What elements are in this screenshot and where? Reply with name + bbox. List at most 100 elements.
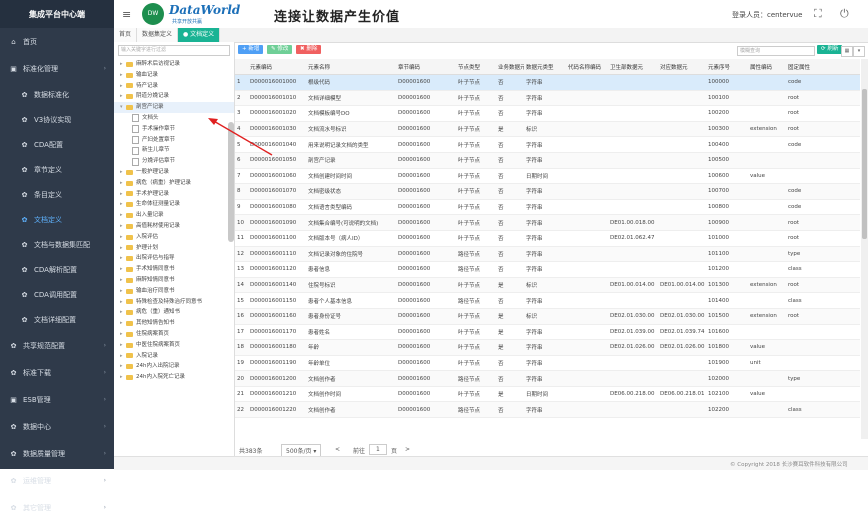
tree-node[interactable]: 分娩评估章节 <box>114 156 234 167</box>
column-header[interactable]: 代码名称编码 <box>566 59 608 75</box>
tree-node[interactable]: ▸ 住院病案首页 <box>114 329 234 340</box>
sidebar-item[interactable]: ⌂ 首页 <box>0 28 114 55</box>
sidebar-item[interactable]: ✿ 标准下载 › <box>0 359 114 386</box>
sidebar-item[interactable]: ✿ 文档定义 <box>0 207 114 232</box>
tree-search-input[interactable]: 输入关键字进行过滤 <box>118 45 230 56</box>
table-row[interactable]: 12 D000016001110 文档记录对象的住院号 D00001600 路径节点否字… <box>235 246 860 263</box>
table-row[interactable]: 7 D000016001060 文档创建时间时间 D00001600 叶子节点否日期时间… <box>235 168 860 185</box>
tree-node[interactable]: ▸ 出入量记录 <box>114 210 234 221</box>
tree-scrollbar[interactable] <box>228 122 234 242</box>
table-row[interactable]: 17 D000016001170 患者姓名 D00001600 叶子节点是字符串 DE02… <box>235 324 860 341</box>
sidebar-item[interactable]: ▣ 标准化管理 › <box>0 55 114 82</box>
sidebar-item[interactable]: ✿ CDA配置 <box>0 132 114 157</box>
tree-node[interactable]: ▸ 输血记录 <box>114 70 234 81</box>
table-row[interactable]: 9 D000016001080 文档语言类型编码 D00001600 叶子节点否字符串 1… <box>235 199 860 216</box>
sidebar-item[interactable]: ✿ 文档与数据集匹配 <box>0 232 114 257</box>
tree-node[interactable]: ▸ 麻醉术后访视记录 <box>114 59 234 70</box>
page-number-input[interactable]: 1 <box>369 444 387 455</box>
tree-node[interactable]: ▸ 高值耗材使用记录 <box>114 221 234 232</box>
tree-node[interactable]: ▸ 麻醉知情同意书 <box>114 275 234 286</box>
tree-node[interactable]: 手术操作章节 <box>114 124 234 135</box>
next-page-button[interactable]: > <box>405 446 410 453</box>
tree-node[interactable]: ▸ 阴道分娩记录 <box>114 91 234 102</box>
column-header[interactable]: 节点类型 <box>456 59 496 75</box>
tree-node[interactable]: ▸ 护理计划 <box>114 243 234 254</box>
table-scrollbar[interactable] <box>861 59 868 439</box>
edit-button[interactable]: ✎ 修改 <box>267 45 293 54</box>
sidebar-item[interactable]: ✿ 数据质量管理 › <box>0 440 114 467</box>
tree-node[interactable]: ▸ 一般护理记录 <box>114 167 234 178</box>
sidebar-item[interactable]: ✿ 共享规范配置 › <box>0 332 114 359</box>
column-header[interactable]: 元素编码 <box>248 59 306 75</box>
tab[interactable]: 首页 <box>114 28 138 42</box>
table-row[interactable]: 4 D000016001030 文档流水号标识 D00001600 叶子节点是标识 100… <box>235 121 860 138</box>
table-row[interactable]: 16 D000016001160 患者身份证号 D00001600 叶子节点是标识 DE0… <box>235 308 860 325</box>
column-header[interactable]: 属性编码 <box>748 59 786 75</box>
tree-node[interactable]: ▸ 其他知情告知书 <box>114 318 234 329</box>
tree-node[interactable]: ▾ 剖宫产记录 <box>114 102 234 113</box>
fullscreen-icon[interactable]: ⛶ <box>814 7 822 21</box>
tree-node[interactable]: ▸ 手术知情同意书 <box>114 264 234 275</box>
table-row[interactable]: 21 D000016001210 文档创作时间 D00001600 叶子节点是日期时间 D… <box>235 386 860 403</box>
scrollbar-thumb[interactable] <box>862 89 867 239</box>
table-row[interactable]: 5 D000016001040 用来说明记录文档的类型 D00001600 叶子节点否字… <box>235 136 860 153</box>
search-input[interactable]: 模糊查询 <box>737 46 815 56</box>
add-button[interactable]: + 新增 <box>238 45 264 54</box>
table-row[interactable]: 11 D000016001100 文档版本号（病人ID） D00001600 叶子节点否… <box>235 230 860 247</box>
sidebar-item[interactable]: ▣ ESB管理 › <box>0 386 114 413</box>
table-row[interactable]: 20 D000016001200 文档创作者 D00001600 路径节点否字符串 102… <box>235 370 860 387</box>
table-row[interactable]: 2 D000016001010 文档详细模型 D00001600 叶子节点否字符串 100… <box>235 90 860 107</box>
table-row[interactable]: 18 D000016001180 年龄 D00001600 叶子节点是字符串 DE02.0… <box>235 339 860 356</box>
sidebar-item[interactable]: ✿ 章节定义 <box>0 157 114 182</box>
sidebar-item[interactable]: ✿ 数据标准化 <box>0 82 114 107</box>
column-header[interactable] <box>235 59 248 75</box>
tree-node[interactable]: ▸ 待产记录 <box>114 81 234 92</box>
column-header[interactable]: 章节编码 <box>396 59 456 75</box>
tree-node[interactable]: 产妇处置章节 <box>114 135 234 146</box>
tree-node[interactable]: ▸ 病危（重）通知书 <box>114 307 234 318</box>
column-header[interactable]: 数据元类型 <box>524 59 566 75</box>
table-row[interactable]: 6 D000016001050 剖宫产记录 D00001600 叶子节点否字符串 1005… <box>235 152 860 169</box>
tab[interactable]: ● 文档定义 <box>178 28 221 42</box>
tree-node[interactable]: 文档头 <box>114 113 234 124</box>
table-row[interactable]: 15 D000016001150 患者个人基本信息 D00001600 路径节点否字符串… <box>235 292 860 309</box>
column-header[interactable]: 元素序号 <box>706 59 748 75</box>
tree-node[interactable]: ▸ 24h内入院死亡记录 <box>114 372 234 383</box>
tree-node[interactable]: ▸ 特殊检查及特殊治疗同意书 <box>114 297 234 308</box>
menu-toggle-icon[interactable]: ≡ <box>122 8 131 21</box>
sidebar-item[interactable]: ✿ 数据中心 › <box>0 413 114 440</box>
tree-node[interactable]: ▸ 入院记录 <box>114 351 234 362</box>
table-view-icon[interactable]: ▦ <box>841 46 853 57</box>
column-header[interactable]: 业务数据元 <box>496 59 524 75</box>
dropdown-icon[interactable]: ▾ <box>853 46 865 57</box>
table-row[interactable]: 14 D000016001140 住院号标识 D00001600 叶子节点是标识 DE01… <box>235 277 860 294</box>
table-row[interactable]: 1 D000016001000 根级代码 D00001600 叶子节点否字符串 10000… <box>235 74 860 91</box>
table-row[interactable]: 13 D000016001120 患者信息 D00001600 路径节点否字符串 1012… <box>235 261 860 278</box>
column-header[interactable]: 卫生部数据元 <box>608 59 658 75</box>
column-header[interactable]: 固定属性 <box>786 59 860 75</box>
tree-node[interactable]: ▸ 生命体征测量记录 <box>114 199 234 210</box>
sidebar-item[interactable]: ✿ 运维管理 › <box>0 467 114 494</box>
tree-node[interactable]: ▸ 输血治疗同意书 <box>114 286 234 297</box>
sidebar-item[interactable]: ✿ 文档详细配置 <box>0 307 114 332</box>
prev-page-button[interactable]: < <box>335 446 340 453</box>
tree-node[interactable]: ▸ 入院评估 <box>114 232 234 243</box>
tree-node[interactable]: ▸ 24h内入出院记录 <box>114 361 234 372</box>
delete-button[interactable]: ✖ 删除 <box>296 45 322 54</box>
table-row[interactable]: 22 D000016001220 文档创作者 D00001600 路径节点否字符串 102… <box>235 401 860 419</box>
table-row[interactable]: 19 D000016001190 年龄单位 D00001600 叶子节点否字符串 1019… <box>235 355 860 372</box>
table-row[interactable]: 10 D000016001090 文档集合编号(可说明的文档) D00001600 叶子… <box>235 214 860 231</box>
column-header[interactable]: 元素名称 <box>306 59 396 75</box>
tree-node[interactable]: ▸ 病危（病重）护理记录 <box>114 178 234 189</box>
sidebar-item[interactable]: ✿ 其它管理 › <box>0 494 114 521</box>
table-row[interactable]: 3 D000016001020 文档模板编号DO D00001600 叶子节点否字符串 1… <box>235 105 860 122</box>
sidebar-item[interactable]: ✿ CDA解析配置 <box>0 257 114 282</box>
logout-icon[interactable]: ⏻ <box>840 7 849 21</box>
column-header[interactable]: 对应数据元 <box>658 59 706 75</box>
tree-node[interactable]: ▸ 出院评估与指导 <box>114 253 234 264</box>
tree-node[interactable]: 新生儿章节 <box>114 145 234 156</box>
sidebar-item[interactable]: ✿ CDA调用配置 <box>0 282 114 307</box>
sidebar-item[interactable]: ✿ 条目定义 <box>0 182 114 207</box>
table-row[interactable]: 8 D000016001070 文档密级状态 D00001600 叶子节点否字符串 100… <box>235 183 860 200</box>
tree-node[interactable]: ▸ 中医住院病案首页 <box>114 340 234 351</box>
